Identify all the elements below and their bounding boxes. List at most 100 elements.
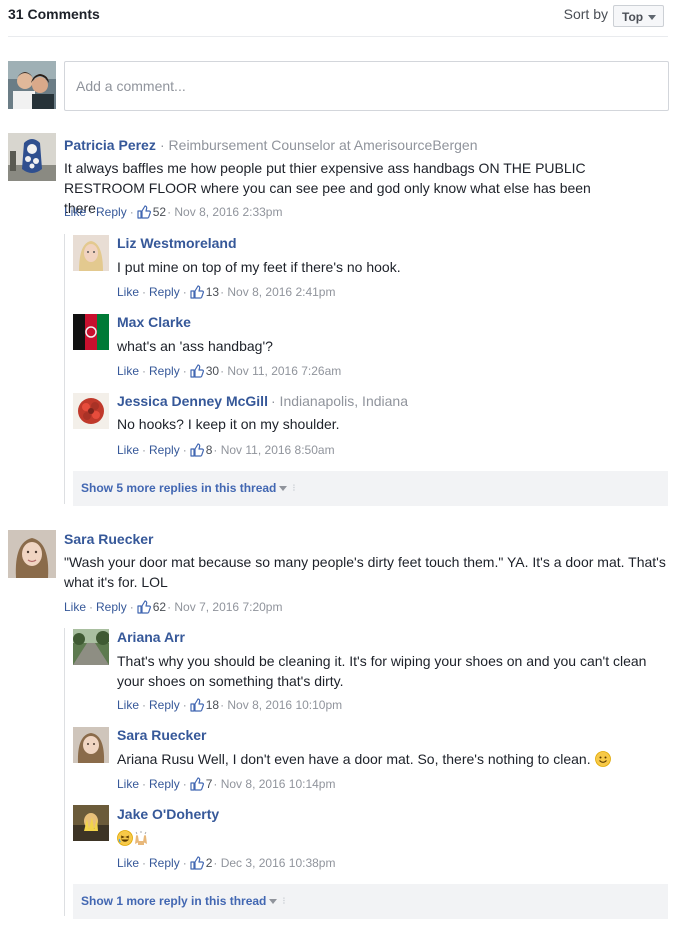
like-button[interactable]: Like xyxy=(117,443,139,457)
separator: · xyxy=(182,443,187,457)
show-more-replies-link[interactable]: Show 5 more replies in this thread ⁝ xyxy=(81,481,296,495)
reply-button[interactable]: Reply xyxy=(149,698,180,712)
separator: · xyxy=(182,856,187,870)
show-more-replies-link[interactable]: Show 1 more reply in this thread ⁝ xyxy=(81,894,286,908)
comment-text: I put mine on top of my feet if there's … xyxy=(117,259,401,275)
separator: · xyxy=(89,600,94,614)
more-replies-box: Show 5 more replies in this thread ⁝ xyxy=(73,471,668,506)
like-button[interactable]: Like xyxy=(117,777,139,791)
comment-author[interactable]: Jessica Denney McGill xyxy=(117,393,268,409)
comment-actions: Like · Reply · 2 · Dec 3, 2016 10:38pm xyxy=(117,856,335,870)
thumbs-up-icon xyxy=(190,698,204,712)
separator: · xyxy=(182,698,187,712)
avatar[interactable] xyxy=(73,314,109,350)
like-button[interactable]: Like xyxy=(117,285,139,299)
avatar[interactable] xyxy=(73,393,109,429)
thread-line xyxy=(64,234,65,504)
separator: · xyxy=(182,285,187,299)
comment-actions: Like · Reply · 13 · Nov 8, 2016 2:41pm xyxy=(117,285,335,299)
like-count: 18 xyxy=(205,698,220,712)
comment-text: No hooks? I keep it on my shoulder. xyxy=(117,416,340,432)
comment-actions: Like · Reply · 62 · Nov 7, 2016 7:20pm xyxy=(64,600,282,614)
reply-button[interactable]: Reply xyxy=(149,856,180,870)
sort-value: Top xyxy=(622,10,644,24)
like-button[interactable]: Like xyxy=(117,698,139,712)
separator: · xyxy=(129,205,134,219)
separator: · xyxy=(129,600,134,614)
separator: · xyxy=(142,443,147,457)
thread-line xyxy=(64,628,65,916)
thumbs-up-icon xyxy=(137,600,151,614)
author-info: · Reimbursement Counselor at Amerisource… xyxy=(160,137,478,153)
like-button[interactable]: Like xyxy=(64,600,86,614)
sort-dropdown[interactable]: Top xyxy=(613,5,664,27)
like-button[interactable]: Like xyxy=(117,364,139,378)
reply-button[interactable]: Reply xyxy=(149,777,180,791)
chevron-down-icon xyxy=(648,15,656,20)
raising-hands-emoji-icon xyxy=(135,831,147,845)
comment-author[interactable]: Jake O'Doherty xyxy=(117,806,219,822)
separator: · xyxy=(142,856,147,870)
comment-actions: Like · Reply · 30 · Nov 11, 2016 7:26am xyxy=(117,364,341,378)
separator: · xyxy=(142,364,147,378)
separator: · xyxy=(182,364,187,378)
avatar[interactable] xyxy=(73,805,109,841)
sort-label: Sort by xyxy=(563,6,608,22)
laughing-emoji-icon xyxy=(117,830,133,846)
avatar[interactable] xyxy=(73,629,109,665)
timestamp[interactable]: · Dec 3, 2016 10:38pm xyxy=(213,856,335,870)
comment-author[interactable]: Patricia Perez xyxy=(64,137,156,153)
avatar[interactable] xyxy=(73,235,109,271)
chevron-down-icon xyxy=(269,898,278,904)
like-count: 30 xyxy=(205,364,220,378)
reply-button[interactable]: Reply xyxy=(96,600,127,614)
thumbs-up-icon xyxy=(190,285,204,299)
timestamp[interactable]: · Nov 8, 2016 2:41pm xyxy=(220,285,335,299)
timestamp[interactable]: · Nov 8, 2016 2:33pm xyxy=(167,205,282,219)
avatar[interactable] xyxy=(8,530,56,578)
comment-actions: Like · Reply · 18 · Nov 8, 2016 10:10pm xyxy=(117,698,342,712)
thumbs-up-icon xyxy=(190,443,204,457)
comment-input[interactable] xyxy=(64,61,669,111)
separator: · xyxy=(142,698,147,712)
thumbs-up-icon xyxy=(137,205,151,219)
like-count: 7 xyxy=(205,777,213,791)
timestamp[interactable]: · Nov 11, 2016 8:50am xyxy=(213,443,334,457)
reply-button[interactable]: Reply xyxy=(149,443,180,457)
like-button[interactable]: Like xyxy=(117,856,139,870)
like-count: 62 xyxy=(152,600,167,614)
comment-text: "Wash your door mat because so many peop… xyxy=(64,554,666,590)
comment-author[interactable]: Max Clarke xyxy=(117,314,191,330)
comment-text xyxy=(117,828,217,848)
comment-text: what's an 'ass handbag'? xyxy=(117,338,273,354)
separator: · xyxy=(89,205,94,219)
timestamp[interactable]: · Nov 8, 2016 10:14pm xyxy=(213,777,335,791)
comment-author[interactable]: Sara Ruecker xyxy=(64,531,154,547)
reply-button[interactable]: Reply xyxy=(149,364,180,378)
like-button[interactable]: Like xyxy=(64,205,86,219)
comment-author[interactable]: Ariana Arr xyxy=(117,629,185,645)
comment-actions: Like · Reply · 52 · Nov 8, 2016 2:33pm xyxy=(64,205,282,219)
comment-author[interactable]: Liz Westmoreland xyxy=(117,235,237,251)
reply-button[interactable]: Reply xyxy=(149,285,180,299)
thumbs-up-icon xyxy=(190,777,204,791)
more-replies-label: Show 1 more reply in this thread xyxy=(81,894,267,908)
comment-text: Ariana Rusu Well, I don't even have a do… xyxy=(117,749,662,769)
more-replies-label: Show 5 more replies in this thread xyxy=(81,481,277,495)
separator: · xyxy=(182,777,187,791)
comment-author[interactable]: Sara Ruecker xyxy=(117,727,207,743)
separator: · xyxy=(142,777,147,791)
timestamp[interactable]: · Nov 7, 2016 7:20pm xyxy=(167,600,282,614)
like-count: 8 xyxy=(205,443,213,457)
more-replies-box: Show 1 more reply in this thread ⁝ xyxy=(73,884,668,919)
comment-count: 31 Comments xyxy=(8,6,100,22)
timestamp[interactable]: · Nov 8, 2016 10:10pm xyxy=(220,698,342,712)
author-info: · Indianapolis, Indiana xyxy=(271,393,408,409)
timestamp[interactable]: · Nov 11, 2016 7:26am xyxy=(220,364,341,378)
avatar[interactable] xyxy=(73,727,109,763)
separator: ⁝ xyxy=(282,895,286,907)
reply-button[interactable]: Reply xyxy=(96,205,127,219)
avatar[interactable] xyxy=(8,133,56,181)
like-count: 52 xyxy=(152,205,167,219)
comment-text: That's why you should be cleaning it. It… xyxy=(117,653,647,689)
